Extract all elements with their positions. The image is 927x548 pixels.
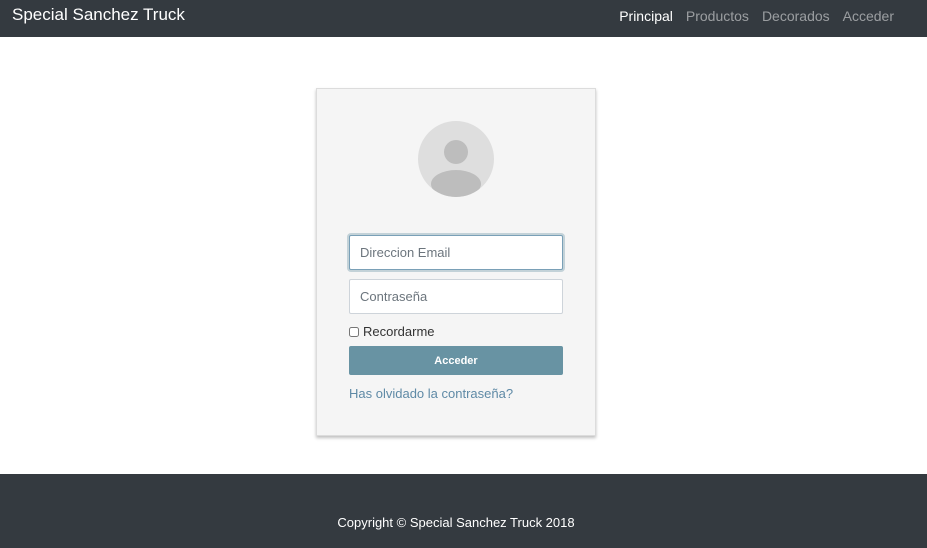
top-navbar: Special Sanchez Truck Principal Producto…: [0, 0, 927, 37]
brand-link[interactable]: Special Sanchez Truck: [12, 5, 185, 25]
remember-me-label[interactable]: Recordarme: [363, 324, 435, 339]
remember-me-row: Recordarme: [349, 324, 435, 339]
nav-item-productos[interactable]: Productos: [686, 8, 749, 24]
email-input[interactable]: [349, 235, 563, 270]
copyright-text: Copyright © Special Sanchez Truck 2018: [337, 515, 575, 530]
remember-me-checkbox[interactable]: [349, 326, 359, 337]
forgot-password-link[interactable]: Has olvidado la contraseña?: [349, 386, 513, 401]
nav-item-principal[interactable]: Principal: [619, 8, 673, 24]
login-button[interactable]: Acceder: [349, 346, 563, 375]
password-input[interactable]: [349, 279, 563, 314]
login-card: Recordarme Acceder Has olvidado la contr…: [316, 88, 596, 436]
nav-item-acceder[interactable]: Acceder: [843, 8, 894, 24]
user-avatar-icon: [418, 121, 494, 197]
page-footer: Copyright © Special Sanchez Truck 2018: [0, 474, 927, 548]
nav-item-decorados[interactable]: Decorados: [762, 8, 830, 24]
nav-menu: Principal Productos Decorados Acceder: [619, 8, 894, 24]
